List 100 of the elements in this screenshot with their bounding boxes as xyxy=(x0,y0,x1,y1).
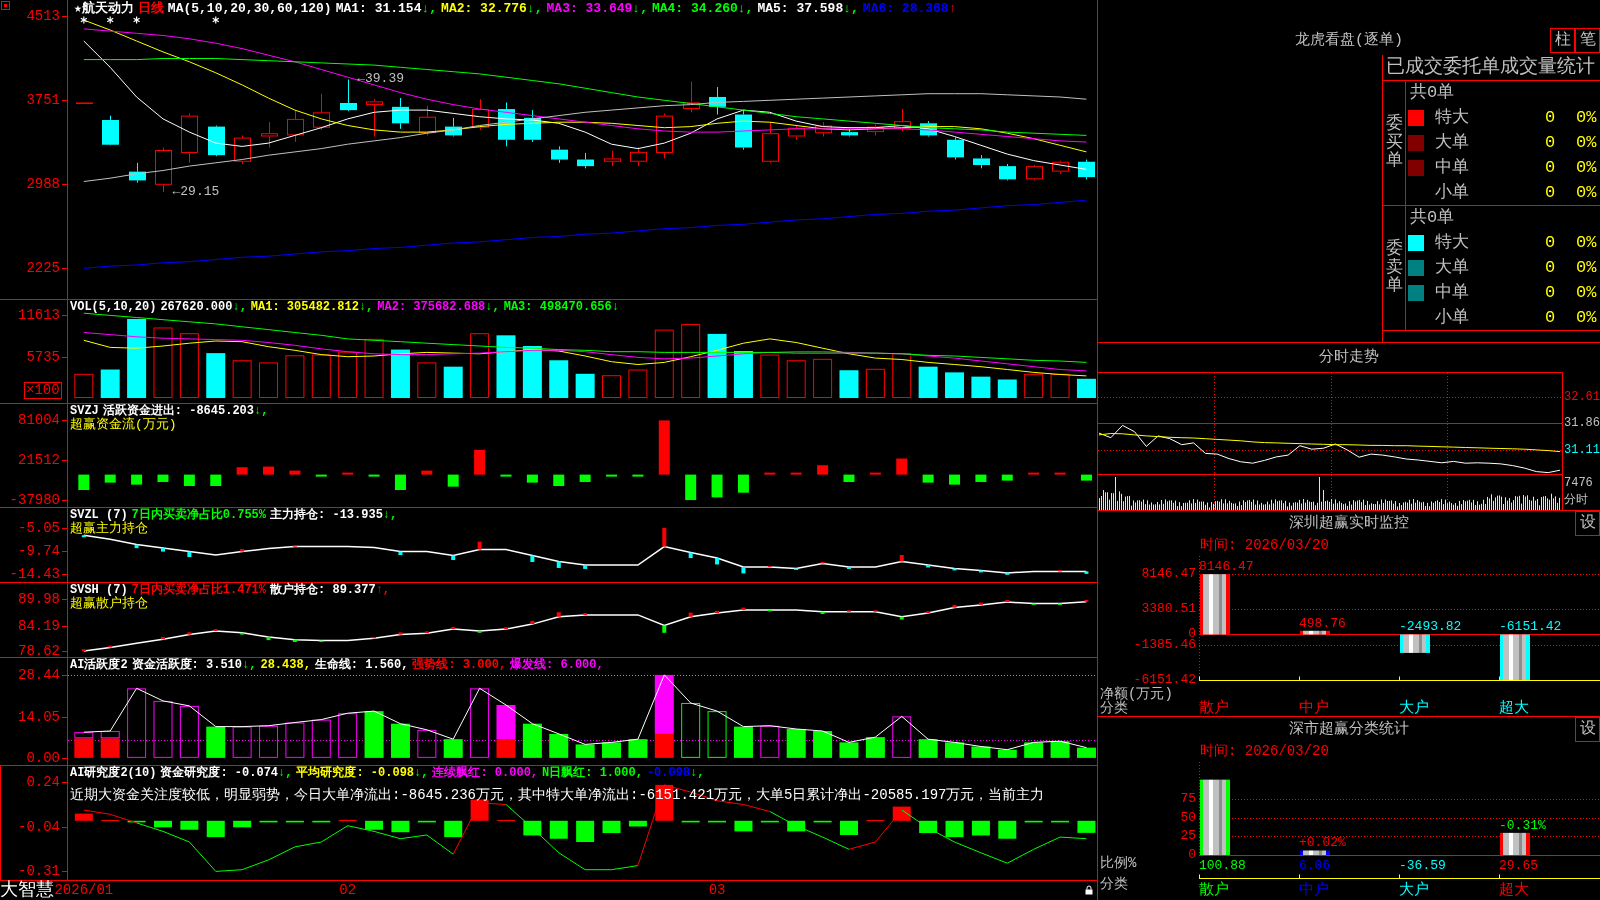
indicator-label: 强势线: 3.000, xyxy=(412,659,507,672)
indicator-label: 连续飘红: 0.000, xyxy=(432,767,539,780)
change-bar xyxy=(266,636,271,641)
indicator-label: SVZJ xyxy=(70,405,99,418)
order-type-label: 中单 xyxy=(1435,282,1469,303)
order-total: 共0单 xyxy=(1410,83,1455,104)
flow-bar xyxy=(790,472,802,475)
flow-bar xyxy=(78,474,90,490)
research-bar xyxy=(549,820,568,839)
order-count: 0 xyxy=(1544,282,1556,303)
axis-label: 21512 xyxy=(18,454,60,467)
research-bar xyxy=(971,820,990,836)
flow-bar xyxy=(711,474,723,498)
order-count: 0 xyxy=(1544,307,1556,328)
axis-label: 0 xyxy=(1188,629,1196,640)
change-bar xyxy=(451,555,456,560)
change-bar xyxy=(741,607,746,610)
change-bar xyxy=(161,548,165,552)
flow-bar xyxy=(1054,472,1066,475)
indicator-label: 28.438, xyxy=(260,659,311,672)
asterisk-icon xyxy=(133,15,141,25)
value-label: 8146.47 xyxy=(1199,559,1254,573)
change-bar xyxy=(662,625,667,633)
toggle-button[interactable]: 柱 xyxy=(1550,28,1575,53)
candlestick xyxy=(419,105,436,136)
flow-bar xyxy=(289,470,301,475)
change-bar xyxy=(108,645,113,648)
change-bar xyxy=(899,616,904,620)
candlestick xyxy=(340,79,357,112)
category-label: 大户 xyxy=(1399,700,1429,716)
settings-button[interactable]: 设 xyxy=(1575,717,1600,742)
value-label: -2493.82 xyxy=(1399,619,1462,633)
flow-bar xyxy=(843,474,855,482)
axis-label: 分时 xyxy=(1564,493,1588,507)
toggle-button[interactable]: 笔 xyxy=(1575,28,1600,53)
flow-bar xyxy=(658,420,670,475)
flow-bar xyxy=(949,474,960,485)
candlestick xyxy=(973,154,990,169)
axis-label: 0.00 xyxy=(26,751,60,764)
flow-bar xyxy=(922,474,934,483)
change-bar xyxy=(134,544,139,549)
flow-bar xyxy=(394,474,406,490)
candlestick xyxy=(947,137,964,161)
flow-bar xyxy=(579,474,591,482)
bar xyxy=(1500,634,1530,680)
unit-label: ×100 xyxy=(24,382,62,399)
research-bar xyxy=(259,820,278,823)
candlestick xyxy=(999,163,1016,181)
research-bar xyxy=(813,820,832,823)
change-bar xyxy=(240,549,245,552)
candlestick xyxy=(735,109,752,151)
research-bar xyxy=(206,820,225,838)
price-label: ←39.39 xyxy=(357,72,404,87)
change-bar xyxy=(424,631,429,634)
flow-bar xyxy=(975,474,987,482)
candlestick xyxy=(841,128,858,137)
axis-label: 2988 xyxy=(26,177,60,190)
change-bar xyxy=(741,566,746,574)
candlestick xyxy=(524,109,541,143)
candlestick xyxy=(656,112,673,159)
axis-label: 14.05 xyxy=(18,710,60,723)
order-count: 0 xyxy=(1544,133,1556,153)
axis-label: 81004 xyxy=(18,414,60,427)
research-bar xyxy=(312,820,331,823)
change-bar xyxy=(81,649,86,652)
axis-label: 8146.47 xyxy=(1141,569,1196,580)
axis-label: 11613 xyxy=(18,309,60,322)
candlestick xyxy=(313,93,330,131)
indicator-label: 7日内买卖净占比0.755% xyxy=(131,509,267,522)
order-percent: 0% xyxy=(1576,108,1598,129)
flow-bar xyxy=(632,474,644,477)
flow-bar xyxy=(263,466,274,475)
flow-bar xyxy=(869,472,881,475)
change-bar xyxy=(847,566,851,569)
change-bar xyxy=(477,541,482,550)
candlestick xyxy=(683,81,700,113)
axis-label: -0.04 xyxy=(18,821,60,834)
axis-label: 7476 xyxy=(1564,476,1593,490)
brand-label: 大智慧 xyxy=(0,880,54,900)
indicator-label: MA2: 375682.688↓, xyxy=(377,301,500,314)
flow-bar xyxy=(1080,474,1092,481)
indicator-label: 平均研究度: -0.098↓, xyxy=(296,767,429,780)
change-bar xyxy=(1005,572,1010,575)
candlestick xyxy=(234,134,251,165)
settings-button[interactable]: 设 xyxy=(1575,511,1600,536)
axis-label: -6151.42 xyxy=(1133,675,1196,685)
research-bar xyxy=(1024,820,1043,823)
flow-bar xyxy=(817,465,829,475)
research-bar xyxy=(681,820,700,823)
change-bar xyxy=(1058,569,1063,572)
order-percent: 0% xyxy=(1576,133,1598,153)
order-type-label: 小单 xyxy=(1435,307,1469,328)
order-percent: 0% xyxy=(1576,307,1598,328)
order-type-label: 大单 xyxy=(1435,133,1469,153)
bar xyxy=(1500,832,1530,855)
change-label: -0.31% xyxy=(1499,818,1546,832)
research-bar xyxy=(628,820,647,827)
panel-title: 深市超赢分类统计 xyxy=(1289,720,1409,739)
order-count: 0 xyxy=(1544,182,1556,203)
axis-title: 分类 xyxy=(1100,701,1128,715)
